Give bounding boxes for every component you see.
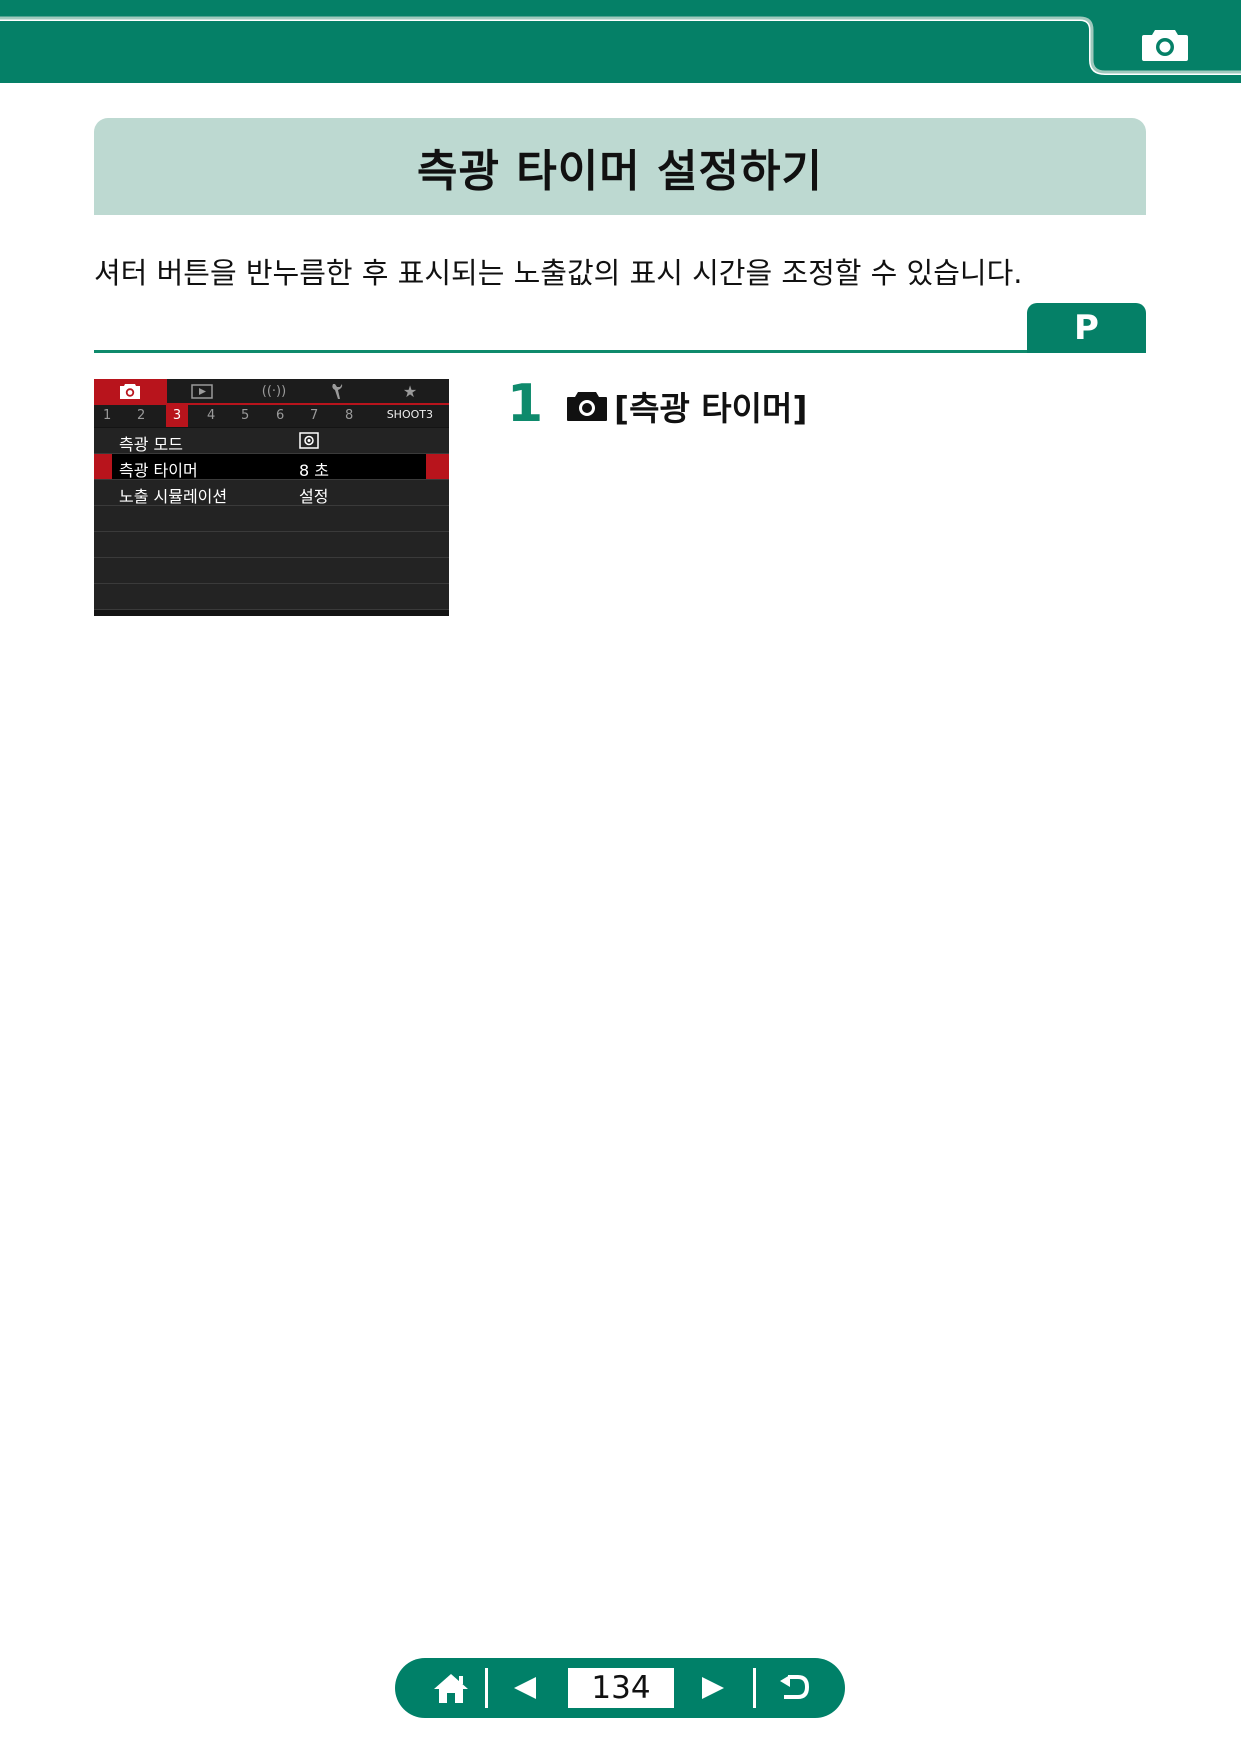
menu-row-value: 8 초 [299,461,329,480]
home-button[interactable] [417,1658,485,1718]
page-number: 1 [103,408,112,423]
return-button[interactable] [761,1658,827,1718]
menu-row-empty [94,584,449,610]
next-arrow-icon [702,1677,724,1699]
menu-row-empty [94,532,449,558]
return-icon [780,1675,810,1699]
nav-separator [753,1668,756,1708]
star-icon: ★ [402,381,418,401]
page-number: 2 [137,408,146,423]
page-number: 4 [207,408,216,423]
step-text: [측광 타이머] [614,389,808,428]
page-title: 측광 타이머 설정하기 [417,145,823,197]
menu-row-label: 노출 시뮬레이션 [119,487,228,506]
menu-page-numbers: 1 2 3 4 5 6 7 8 SHOOT3 [94,405,449,427]
page-navigation: 134 [395,1658,845,1718]
menu-row-value: 설정 [299,487,329,506]
camera-menu-screen: ((·)) ★ 1 2 3 4 5 6 7 8 SHOOT3 측광 모드 측광 … [94,379,449,616]
page-number-active: 3 [166,405,188,427]
menu-row-empty [94,558,449,584]
menu-row-label: 측광 모드 [119,435,183,454]
menu-title: SHOOT3 [386,408,433,421]
playback-icon [191,384,213,399]
next-page-button[interactable] [683,1658,743,1718]
page-number: 5 [241,408,250,423]
menu-row: 노출 시뮬레이션 설정 [94,480,449,506]
home-icon [434,1674,468,1703]
menu-row-label: 측광 타이머 [119,461,198,480]
page-number: 7 [310,408,319,423]
camera-icon [120,384,140,399]
mode-badge: P [1027,303,1146,353]
metering-icon [299,432,319,449]
menu-row-selected: 측광 타이머 8 초 [94,454,449,480]
nav-separator [485,1668,488,1708]
prev-arrow-icon [514,1677,536,1699]
menu-row: 측광 모드 [94,428,449,454]
menu-row-empty [94,506,449,532]
page-number-field[interactable]: 134 [568,1668,674,1708]
header-band [0,0,1241,83]
step-number: 1 [507,374,544,434]
page-number: 6 [276,408,285,423]
page-title-box: 측광 타이머 설정하기 [94,118,1146,215]
wireless-icon: ((·)) [261,383,287,399]
intro-text: 셔터 버튼을 반누름한 후 표시되는 노출값의 표시 시간을 조정할 수 있습니… [94,256,1023,290]
section-divider [94,350,1146,353]
page-number: 8 [345,408,354,423]
wrench-icon [332,384,343,399]
prev-page-button[interactable] [495,1658,555,1718]
camera-icon [567,392,607,421]
camera-icon[interactable] [1141,26,1189,62]
